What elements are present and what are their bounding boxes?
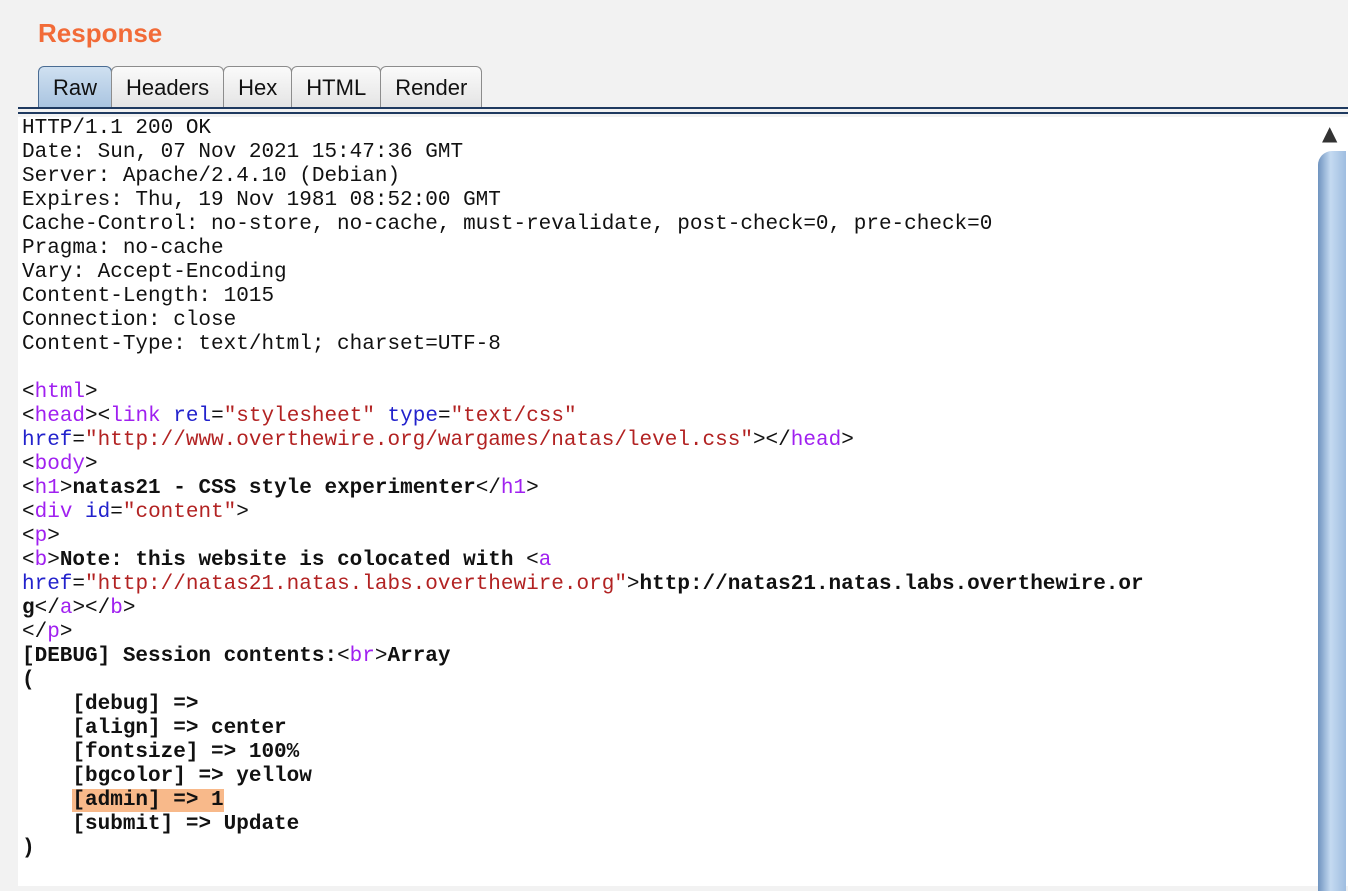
h1-close-tag: h1: [500, 477, 527, 500]
view-tabs: Raw Headers Hex HTML Render: [38, 66, 483, 108]
link-url: "http://natas21.natas.labs.overthewire.o…: [85, 573, 627, 596]
debug-text: [DEBUG] Session contents:: [22, 645, 338, 668]
scrollbar-thumb[interactable]: [1318, 151, 1346, 891]
tab-hex[interactable]: Hex: [223, 66, 293, 108]
p-tag: p: [34, 525, 48, 548]
tab-html[interactable]: HTML: [291, 66, 382, 108]
tab-headers[interactable]: Headers: [111, 66, 225, 108]
rel-attribute: rel: [173, 405, 212, 428]
header-line: Connection: close: [22, 309, 237, 332]
id-attribute: id: [85, 501, 111, 524]
tab-divider-lower: [18, 112, 1348, 114]
header-line: Content-Type: text/html; charset=UTF-8: [22, 333, 501, 356]
array-open-paren: (: [22, 669, 35, 692]
session-entry-fontsize: [fontsize] => 100%: [72, 741, 300, 764]
header-line: Content-Length: 1015: [22, 285, 275, 308]
session-entry-admin-highlighted: [admin] => 1: [72, 789, 224, 812]
div-tag: div: [34, 501, 73, 524]
p-close-tag: p: [47, 621, 60, 644]
response-title: Response: [38, 18, 163, 48]
scroll-up-arrow-icon[interactable]: ▲: [1322, 121, 1337, 145]
array-text: Array: [387, 645, 451, 668]
b-close-tag: b: [110, 597, 123, 620]
response-text[interactable]: HTTP/1.1 200 OK Date: Sun, 07 Nov 2021 1…: [18, 117, 1316, 861]
rel-value: "stylesheet": [223, 405, 375, 428]
type-attribute: type: [387, 405, 438, 428]
b-tag: b: [34, 549, 48, 572]
href-attribute: href: [22, 573, 73, 596]
session-entry-submit: [submit] => Update: [72, 813, 300, 836]
note-text: Note: this website is colocated with: [59, 549, 527, 572]
br-tag: br: [349, 645, 375, 668]
header-line: Vary: Accept-Encoding: [22, 261, 287, 284]
h1-tag: h1: [34, 477, 60, 500]
session-entry-align: [align] => center: [72, 717, 287, 740]
stylesheet-url: "http://www.overthewire.org/wargames/nat…: [85, 429, 753, 452]
head-tag: head: [34, 405, 86, 428]
vertical-scrollbar[interactable]: ▲: [1316, 117, 1348, 891]
html-tag: html: [34, 381, 86, 404]
response-raw-panel[interactable]: HTTP/1.1 200 OK Date: Sun, 07 Nov 2021 1…: [18, 117, 1316, 886]
session-entry-bgcolor: [bgcolor] => yellow: [72, 765, 312, 788]
id-value: "content": [122, 501, 237, 524]
session-entry-debug: [debug] =>: [72, 693, 199, 716]
href-attribute: href: [22, 429, 73, 452]
tab-raw[interactable]: Raw: [38, 66, 113, 108]
header-line: Date: Sun, 07 Nov 2021 15:47:36 GMT: [22, 141, 464, 164]
body-tag: body: [34, 453, 86, 476]
h1-text: natas21 - CSS style experimenter: [72, 477, 476, 500]
header-line: Server: Apache/2.4.10 (Debian): [22, 165, 401, 188]
link-text-wrap: g: [22, 597, 35, 620]
header-line: HTTP/1.1 200 OK: [22, 117, 212, 140]
a-close-tag: a: [59, 597, 73, 620]
type-value: "text/css": [450, 405, 577, 428]
array-close-paren: ): [22, 837, 35, 860]
head-close-tag: head: [790, 429, 842, 452]
a-tag: a: [538, 549, 552, 572]
header-line: Cache-Control: no-store, no-cache, must-…: [22, 213, 993, 236]
link-tag: link: [110, 405, 161, 428]
link-text: http://natas21.natas.labs.overthewire.or: [639, 573, 1144, 596]
tab-divider: [18, 107, 1348, 109]
tab-render[interactable]: Render: [380, 66, 483, 108]
header-line: Expires: Thu, 19 Nov 1981 08:52:00 GMT: [22, 189, 501, 212]
header-line: Pragma: no-cache: [22, 237, 224, 260]
